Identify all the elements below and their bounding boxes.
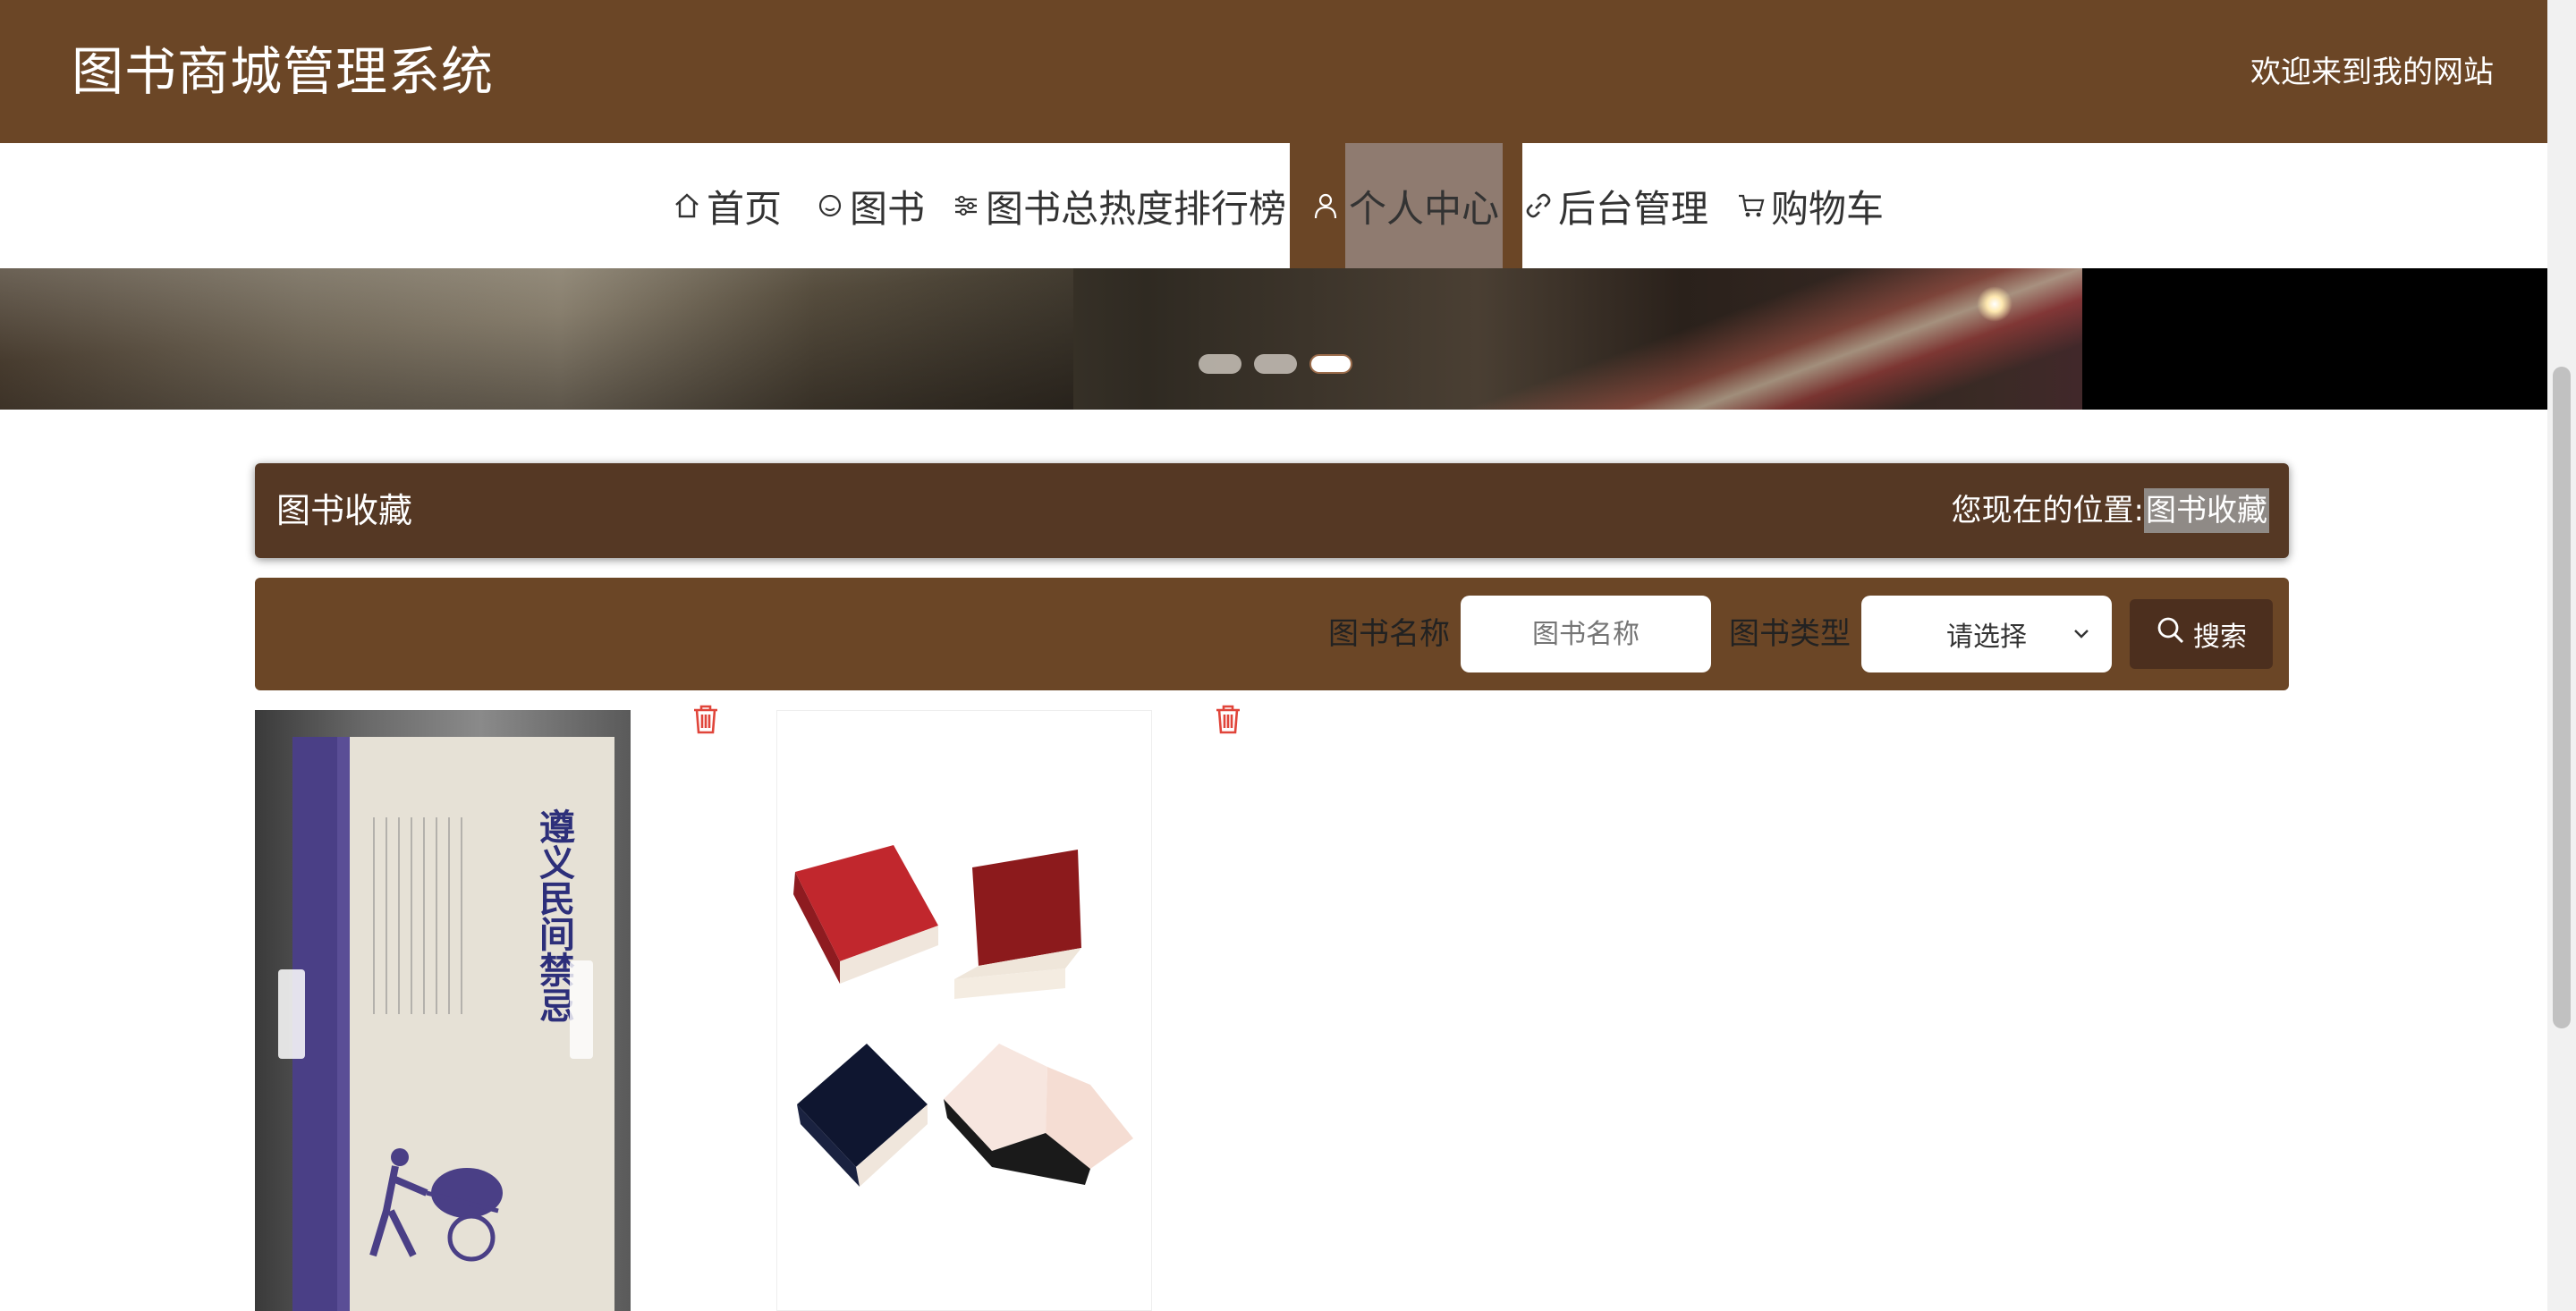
nav-label-books: 图书 <box>850 186 926 231</box>
nav-item-admin[interactable]: 后台管理 <box>1522 143 1708 268</box>
carousel-indicators <box>1199 354 1352 374</box>
nav-item-home[interactable]: 首页 <box>671 143 782 268</box>
breadcrumb-label: 您现在的位置: <box>1951 493 2144 529</box>
nav-item-ranking[interactable]: 图书总热度排行榜 <box>950 143 1286 268</box>
nav-label-ranking: 图书总热度排行榜 <box>986 186 1287 231</box>
book-card[interactable]: 遵义民间禁忌 <box>255 710 631 1311</box>
book-cover-image[interactable] <box>776 710 1152 1311</box>
user-icon <box>1309 190 1342 222</box>
cover-light-right <box>570 960 593 1059</box>
breadcrumb: 您现在的位置: 图书收藏 <box>1952 488 2269 533</box>
banner-dark-edge <box>2082 268 2547 410</box>
search-icon <box>2156 615 2186 653</box>
chevron-down-icon <box>2069 621 2094 646</box>
cover-text-lines <box>373 817 471 1014</box>
book-type-selected: 请选择 <box>1946 622 2027 653</box>
book-type-select[interactable]: 请选择 <box>1861 596 2112 672</box>
banner-image <box>0 268 1073 410</box>
nav-item-books[interactable]: 图书 <box>814 143 925 268</box>
scrollbar-track[interactable] <box>2547 0 2576 1311</box>
main-nav: 首页 图书 图书总热度排行榜 个人中心 后台管理 购物车 <box>0 143 2547 268</box>
nav-item-profile[interactable]: 个人中心 <box>1290 143 1523 268</box>
breadcrumb-current[interactable]: 图书收藏 <box>2144 488 2269 533</box>
book-name-input[interactable] <box>1461 596 1711 672</box>
link-icon <box>1522 190 1555 222</box>
cover-stripe <box>337 737 350 1311</box>
banner-lamp <box>1977 286 2012 322</box>
nav-label-admin: 后台管理 <box>1558 186 1709 231</box>
trash-icon[interactable] <box>1213 703 1243 735</box>
carousel-dot-active[interactable] <box>1309 354 1352 374</box>
cart-icon <box>1735 190 1767 222</box>
sliders-icon <box>950 190 982 222</box>
page-title-bar: 图书收藏 您现在的位置: 图书收藏 <box>255 463 2289 558</box>
book-cover-image[interactable]: 遵义民间禁忌 <box>255 710 631 1311</box>
cart-figure-illustration <box>369 1148 503 1262</box>
cover-light-left <box>278 969 305 1059</box>
book-card[interactable] <box>776 710 1152 1311</box>
nav-item-cart[interactable]: 购物车 <box>1735 143 1884 268</box>
nav-label-home: 首页 <box>707 186 783 231</box>
scrollbar-thumb[interactable] <box>2553 367 2571 1028</box>
nav-label-profile: 个人中心 <box>1345 143 1504 268</box>
carousel-dot[interactable] <box>1199 354 1241 374</box>
nav-label-cart: 购物车 <box>1771 186 1885 231</box>
page-title: 图书收藏 <box>276 491 413 530</box>
search-button[interactable]: 搜索 <box>2130 599 2273 669</box>
circle-icon <box>814 190 846 222</box>
site-title: 图书商城管理系统 <box>72 41 495 102</box>
banner-carousel <box>0 268 2547 410</box>
carousel-dot[interactable] <box>1254 354 1297 374</box>
home-icon <box>671 190 703 222</box>
search-bar: 图书名称 图书类型 请选择 搜索 <box>255 578 2289 690</box>
book-type-label: 图书类型 <box>1729 616 1851 652</box>
search-button-label: 搜索 <box>2193 622 2247 653</box>
book-name-label: 图书名称 <box>1328 616 1450 652</box>
welcome-text: 欢迎来到我的网站 <box>2250 55 2494 90</box>
trash-icon[interactable] <box>691 703 721 735</box>
books-illustration <box>793 845 1133 1187</box>
top-header: 图书商城管理系统 欢迎来到我的网站 <box>0 0 2547 143</box>
